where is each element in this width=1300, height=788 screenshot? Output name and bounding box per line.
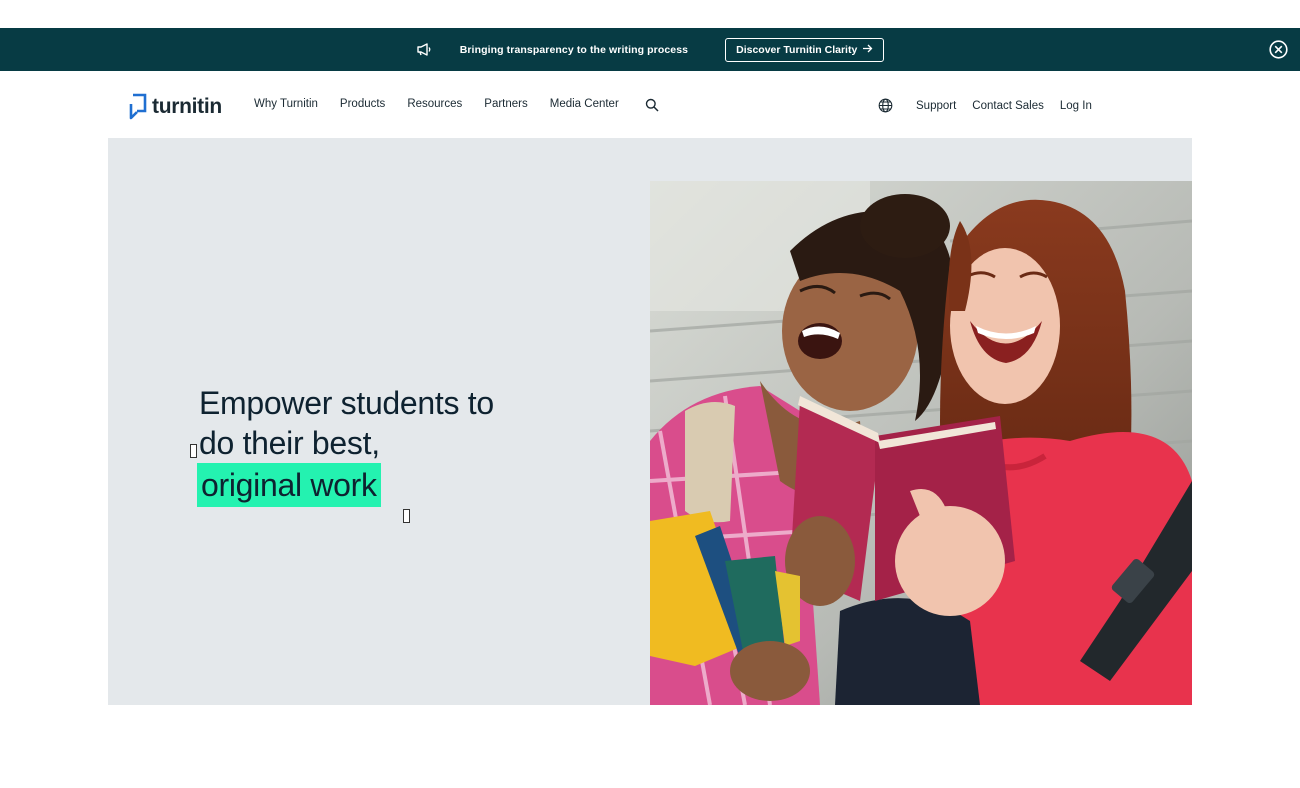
close-circle-icon[interactable] <box>1269 40 1288 59</box>
hero-heading-line-1: Empower students to <box>199 385 494 421</box>
hero-heading-line-2: do their best, <box>199 425 380 461</box>
secondary-nav: Support Contact Sales Log In <box>878 98 1108 113</box>
hero-section: Empower students to do their best, origi… <box>108 138 1192 705</box>
next-section-image-peek <box>914 754 994 760</box>
primary-nav-links: Why Turnitin Products Resources Partners… <box>254 98 641 110</box>
arrow-right-icon <box>863 44 873 56</box>
nav-partners[interactable]: Partners <box>484 98 527 110</box>
megaphone-icon <box>416 43 434 57</box>
nav-log-in[interactable]: Log In <box>1060 100 1092 112</box>
announcement-content: Bringing transparency to the writing pro… <box>0 28 1300 71</box>
turnitin-logo-icon <box>128 92 148 122</box>
nav-resources[interactable]: Resources <box>407 98 462 110</box>
hero-heading: Empower students to do their best, origi… <box>197 383 559 507</box>
selection-end-handle[interactable] <box>403 509 410 523</box>
discover-clarity-label: Discover Turnitin Clarity <box>736 43 858 56</box>
nav-support[interactable]: Support <box>916 100 956 112</box>
nav-why-turnitin[interactable]: Why Turnitin <box>254 98 318 110</box>
main-navigation: turnitin Why Turnitin Products Resources… <box>0 71 1300 138</box>
globe-icon[interactable] <box>878 98 893 113</box>
hero-heading-highlight: original work <box>197 463 381 507</box>
hero-students-photo <box>650 181 1192 705</box>
logo-wordmark: turnitin <box>152 95 222 118</box>
discover-clarity-button[interactable]: Discover Turnitin Clarity <box>725 37 885 62</box>
nav-media-center[interactable]: Media Center <box>550 98 619 110</box>
announcement-bar: Bringing transparency to the writing pro… <box>0 28 1300 71</box>
announcement-text: Bringing transparency to the writing pro… <box>459 43 689 56</box>
nav-contact-sales[interactable]: Contact Sales <box>972 100 1044 112</box>
selection-start-handle[interactable] <box>190 444 197 458</box>
nav-products[interactable]: Products <box>340 98 385 110</box>
turnitin-logo[interactable]: turnitin <box>128 92 222 122</box>
search-icon[interactable] <box>645 98 659 112</box>
